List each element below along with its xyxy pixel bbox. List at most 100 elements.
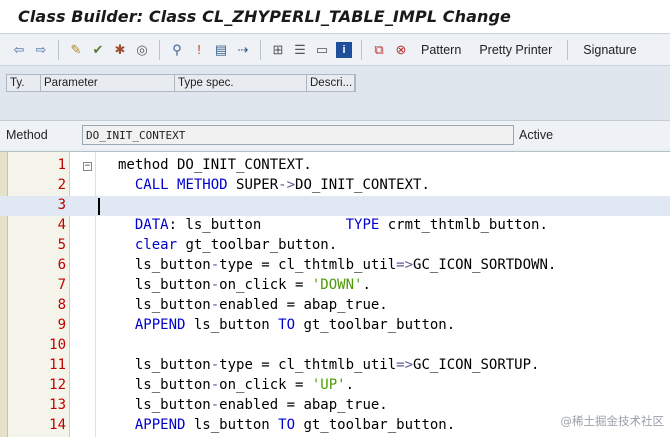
code-line[interactable]: 3	[0, 196, 670, 216]
code-line[interactable]: 8 ls_button-enabled = abap_true.	[0, 296, 670, 316]
code-token: enabled = abap_true.	[219, 397, 388, 413]
hierarchy-icon[interactable]: ⊞	[268, 38, 288, 62]
code-line[interactable]: 11 ls_button-type = cl_thtmlb_util=>GC_I…	[0, 356, 670, 376]
column-header-parameter[interactable]: Parameter	[41, 75, 175, 91]
code-text: APPEND ls_button TO gt_toolbar_button.	[118, 417, 455, 433]
code-token: SUPER	[227, 177, 279, 193]
code-line[interactable]: 12 ls_button-on_click = 'UP'.	[0, 376, 670, 396]
insert-statement-icon[interactable]: ⧉	[369, 38, 389, 62]
info-icon[interactable]: i	[334, 38, 354, 62]
keyword-token: APPEND	[134, 417, 186, 433]
code-token: on_click =	[219, 277, 312, 293]
code-token: type = cl_thtmlb_util	[219, 357, 397, 373]
line-number: 14	[49, 417, 66, 433]
line-number: 13	[49, 397, 66, 413]
where-used-icon[interactable]: ⚲	[167, 38, 187, 62]
code-token: DO_INIT_CONTEXT.	[295, 177, 430, 193]
code-line[interactable]: 7 ls_button-on_click = 'DOWN'.	[0, 276, 670, 296]
title-bar: Class Builder: Class CL_ZHYPERLI_TABLE_I…	[0, 0, 670, 34]
string-literal-token: 'DOWN'	[311, 277, 363, 293]
code-token: ls_button	[185, 317, 279, 333]
parameter-table-body[interactable]	[6, 92, 664, 116]
code-token: =>	[396, 357, 414, 373]
code-text: ls_button-enabled = abap_true.	[118, 297, 388, 313]
line-number: 8	[57, 297, 66, 313]
code-token: gt_toolbar_button.	[295, 417, 456, 433]
code-token: ls_button	[118, 397, 211, 413]
code-text: clear gt_toolbar_button.	[118, 237, 337, 253]
keyword-token: TO	[278, 417, 296, 433]
code-line[interactable]: 5 clear gt_toolbar_button.	[0, 236, 670, 256]
watermark: @稀土掘金技术社区	[560, 414, 665, 428]
toolbar-separator	[260, 39, 261, 60]
navigation-window-icon[interactable]: ⇢	[233, 38, 253, 62]
toggle-display-change-icon[interactable]: ✎	[66, 38, 86, 62]
fold-toggle-icon[interactable]: −	[83, 162, 92, 171]
help-icon[interactable]: ▭	[312, 38, 332, 62]
test-icon[interactable]: ◎	[132, 38, 152, 62]
other-object-icon[interactable]: !	[189, 38, 209, 62]
forward-arrow-icon[interactable]: ⇨	[31, 38, 51, 62]
column-header-type-spec[interactable]: Type spec.	[175, 75, 307, 91]
keyword-token: TO	[278, 317, 296, 333]
keyword-token: clear	[134, 237, 178, 253]
keyword-token: METHOD	[177, 177, 228, 193]
activate-icon[interactable]: ✱	[110, 38, 130, 62]
status-text: Active	[519, 128, 554, 142]
code-token: on_click =	[219, 377, 312, 393]
code-token: ls_button	[185, 417, 279, 433]
code-token: gt_toolbar_button.	[177, 237, 338, 253]
code-line[interactable]: 10	[0, 336, 670, 356]
code-text: APPEND ls_button TO gt_toolbar_button.	[118, 317, 455, 333]
code-token: ls_button	[118, 377, 211, 393]
keyword-token: DATA	[134, 217, 169, 233]
code-token: ls_button	[118, 357, 211, 373]
column-header-type[interactable]: Ty.	[7, 75, 41, 91]
code-token: gt_toolbar_button.	[295, 317, 456, 333]
code-token: crmt_thtmlb_button.	[379, 217, 548, 233]
print-icon[interactable]: ☰	[290, 38, 310, 62]
code-line[interactable]: 4 DATA: ls_button TYPE crmt_thtmlb_butto…	[0, 216, 670, 236]
code-text: CALL METHOD SUPER->DO_INIT_CONTEXT.	[118, 177, 430, 193]
code-text: ls_button-type = cl_thtmlb_util=>GC_ICON…	[118, 357, 540, 373]
code-token: : ls_button	[168, 217, 346, 233]
text-cursor	[98, 198, 100, 215]
parameter-table-header: Ty. Parameter Type spec. Descri...	[6, 74, 356, 92]
delete-icon[interactable]: ⊗	[391, 38, 411, 62]
code-text: ls_button-on_click = 'UP'.	[118, 377, 354, 393]
code-line[interactable]: 6 ls_button-type = cl_thtmlb_util=>GC_IC…	[0, 256, 670, 276]
back-arrow-icon[interactable]: ⇦	[9, 38, 29, 62]
class-builder-window: Class Builder: Class CL_ZHYPERLI_TABLE_I…	[0, 0, 670, 437]
column-header-description[interactable]: Descri...	[307, 75, 355, 91]
code-token: -	[210, 397, 220, 413]
code-text: ls_button-enabled = abap_true.	[118, 397, 388, 413]
code-editor[interactable]: 1 − method DO_INIT_CONTEXT. 2 CALL METHOD S…	[0, 151, 670, 437]
code-token: -	[210, 277, 220, 293]
code-token: ls_button	[118, 297, 211, 313]
code-token: method DO_INIT_CONTEXT.	[118, 157, 312, 173]
code-token: -	[210, 377, 220, 393]
code-line[interactable]: 9 APPEND ls_button TO gt_toolbar_button.	[0, 316, 670, 336]
pretty-printer-button[interactable]: Pretty Printer	[471, 38, 560, 62]
keyword-token: TYPE	[345, 217, 380, 233]
display-object-list-icon[interactable]: ▤	[211, 38, 231, 62]
check-icon[interactable]: ✔	[88, 38, 108, 62]
code-token: -	[210, 357, 220, 373]
keyword-token: CALL	[134, 177, 169, 193]
line-number: 7	[57, 277, 66, 293]
code-text: ls_button-on_click = 'DOWN'.	[118, 277, 371, 293]
code-token: .	[362, 277, 371, 293]
pattern-button[interactable]: Pattern	[413, 38, 469, 62]
signature-button[interactable]: Signature	[575, 38, 645, 62]
code-text: ls_button-type = cl_thtmlb_util=>GC_ICON…	[118, 257, 556, 273]
parameter-table: Ty. Parameter Type spec. Descri...	[0, 66, 670, 121]
code-token: ls_button	[118, 277, 211, 293]
line-number: 1	[57, 157, 66, 173]
code-line[interactable]: 1 − method DO_INIT_CONTEXT.	[0, 156, 670, 176]
code-line[interactable]: 2 CALL METHOD SUPER->DO_INIT_CONTEXT.	[0, 176, 670, 196]
method-info-row: Method DO_INIT_CONTEXT Active	[0, 121, 670, 149]
